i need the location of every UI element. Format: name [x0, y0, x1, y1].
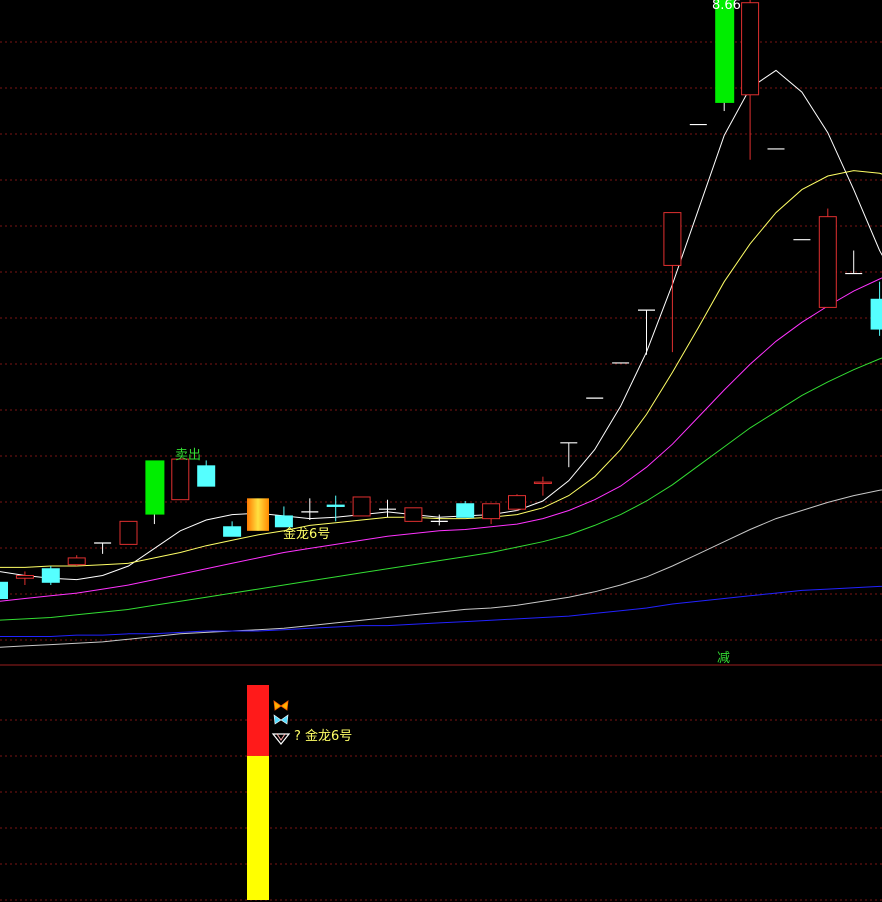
top-price-label: 8.66 — [712, 0, 741, 13]
candle-body — [870, 298, 882, 330]
candle — [67, 555, 86, 567]
candle-body — [0, 581, 8, 600]
candle — [197, 460, 216, 487]
candle-body — [274, 515, 293, 528]
candle — [482, 503, 501, 525]
candle-body — [404, 507, 423, 522]
candle — [404, 507, 423, 522]
candle — [0, 581, 8, 600]
candle-body — [741, 2, 760, 96]
candle-body — [41, 568, 60, 583]
gold-signal-bar — [247, 498, 269, 531]
candle-body — [223, 526, 242, 537]
candle-body — [456, 503, 475, 518]
candle-body — [533, 481, 552, 484]
candle-body — [197, 465, 216, 487]
candle — [274, 506, 293, 528]
candle — [741, 0, 760, 160]
candle — [845, 250, 863, 275]
candle-body — [482, 503, 501, 520]
candle — [560, 442, 578, 468]
candle — [119, 520, 138, 545]
sell-signal-bar — [145, 460, 165, 515]
candle — [352, 496, 371, 517]
ma-line-yellow — [0, 170, 882, 568]
sell-label-1: 卖出 — [175, 448, 201, 463]
stock-chart: 卖出 8.66 金龙6号 减 ? 金龙6号 — [0, 0, 882, 901]
ma-line-magenta — [0, 277, 882, 602]
candle-body — [508, 495, 526, 510]
candle — [638, 309, 655, 355]
signals — [145, 0, 735, 531]
indicator-bar-red — [247, 685, 269, 756]
candle — [870, 281, 882, 336]
candle-body — [171, 458, 190, 501]
candle-body — [15, 575, 34, 579]
ma-line-green — [0, 357, 882, 621]
indicator-bar-yellow — [247, 755, 269, 900]
candle-body — [67, 557, 86, 566]
candle-body — [352, 496, 371, 517]
candle — [15, 571, 34, 585]
sell-signal-bar — [715, 0, 735, 103]
candlesticks — [0, 0, 882, 600]
candle-body — [326, 504, 345, 507]
candle — [508, 494, 526, 511]
signal-label: 金龙6号 — [283, 526, 330, 542]
candle — [41, 566, 60, 585]
grid-lines — [0, 41, 882, 901]
candle — [456, 501, 475, 518]
lower-signal-label: ? 金龙6号 — [294, 728, 352, 744]
candle-body — [663, 212, 682, 266]
candle — [533, 476, 552, 496]
indicator-panel — [247, 685, 269, 900]
butterfly-orange-icon — [273, 700, 289, 711]
candle-body — [119, 520, 138, 545]
candle — [663, 212, 682, 353]
candle-body — [818, 216, 837, 308]
candle — [223, 521, 242, 537]
ribbon-icon — [271, 733, 291, 745]
ma-line-blue — [0, 585, 882, 637]
reduce-label: 减 — [717, 651, 730, 666]
candle — [171, 458, 190, 501]
candle — [818, 208, 837, 308]
